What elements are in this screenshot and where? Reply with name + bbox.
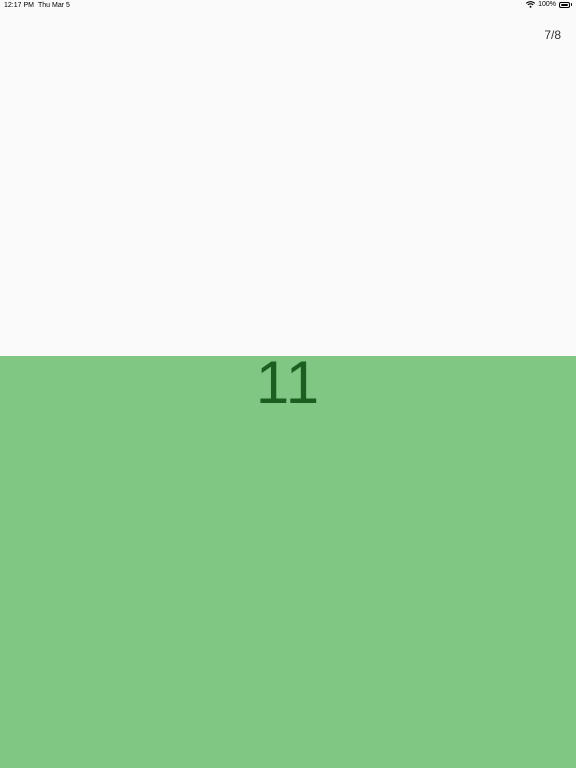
battery-icon: [559, 1, 570, 8]
status-date: Thu Mar 5: [38, 2, 70, 9]
app-screen: 12:17 PM Thu Mar 5 100% 7/8 11: [0, 0, 576, 768]
top-blank-area: [0, 0, 576, 356]
status-right-group: 100%: [526, 1, 572, 8]
battery-tip: [571, 3, 572, 6]
battery-percent: 100%: [538, 1, 556, 8]
status-time: 12:17 PM: [4, 2, 34, 9]
status-bar: 12:17 PM Thu Mar 5 100%: [0, 0, 576, 14]
page-indicator: 7/8: [544, 28, 561, 42]
wifi-icon: [526, 1, 536, 8]
battery-fill: [561, 3, 568, 6]
card-number: 11: [255, 349, 321, 416]
